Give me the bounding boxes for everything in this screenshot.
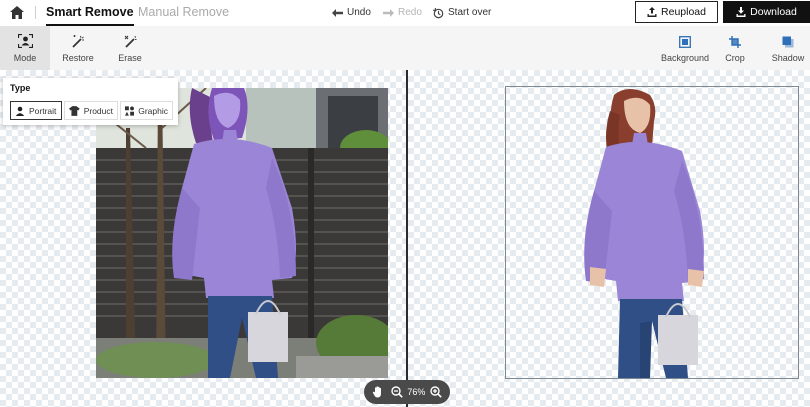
product-label: Product xyxy=(83,105,113,116)
start-over-label: Start over xyxy=(448,7,492,18)
mode-label: Mode xyxy=(13,53,37,63)
upload-icon xyxy=(647,7,657,17)
restore-tool[interactable]: Restore xyxy=(58,26,98,70)
shadow-icon xyxy=(782,36,794,48)
cutout-preview xyxy=(505,86,799,379)
zoom-in-icon xyxy=(430,386,442,398)
top-bar: Smart Remove Manual Remove Undo Redo Sta… xyxy=(0,0,810,26)
redo-label: Redo xyxy=(398,7,422,18)
portrait-label: Portrait xyxy=(29,105,57,116)
background-icon xyxy=(679,36,691,48)
zoom-control: 76% xyxy=(364,380,450,404)
pan-tool-button[interactable] xyxy=(370,384,386,400)
type-title: Type xyxy=(10,83,31,93)
redo-button[interactable]: Redo xyxy=(383,7,422,19)
person-frame-icon xyxy=(17,34,33,48)
undo-label: Undo xyxy=(347,7,371,18)
tool-bar: Mode Restore Erase Background Crop Shado… xyxy=(0,26,810,70)
history-icon xyxy=(433,7,444,18)
reupload-label: Reupload xyxy=(661,6,706,18)
type-option-graphic[interactable]: Graphic xyxy=(120,101,173,120)
home-button[interactable] xyxy=(8,4,26,20)
wand-restore-icon xyxy=(71,35,84,48)
home-icon xyxy=(10,5,24,19)
shadow-label: Shadow xyxy=(771,53,805,63)
original-photo xyxy=(96,88,388,378)
restore-label: Restore xyxy=(62,53,94,63)
header-divider xyxy=(35,6,36,19)
wand-erase-icon xyxy=(124,35,137,48)
zoom-out-button[interactable] xyxy=(389,384,405,400)
shadow-tool[interactable]: Shadow xyxy=(768,26,808,70)
erase-label: Erase xyxy=(118,53,142,63)
type-option-portrait[interactable]: Portrait xyxy=(10,101,62,120)
crop-tool[interactable]: Crop xyxy=(720,26,750,70)
type-panel: Type Portrait Product Graphic xyxy=(3,78,178,125)
graphic-icon xyxy=(125,105,135,116)
graphic-label: Graphic xyxy=(138,105,168,116)
background-tool[interactable]: Background xyxy=(660,26,710,70)
compare-divider[interactable] xyxy=(406,70,408,407)
download-icon xyxy=(736,7,746,17)
undo-button[interactable]: Undo xyxy=(332,7,371,19)
redo-icon xyxy=(383,8,394,17)
mode-tool[interactable]: Mode xyxy=(0,26,50,70)
crop-icon xyxy=(729,36,741,48)
type-option-product[interactable]: Product xyxy=(64,101,118,120)
download-button[interactable]: Download xyxy=(723,1,810,23)
start-over-button[interactable]: Start over xyxy=(433,7,491,19)
background-label: Background xyxy=(660,53,710,63)
erase-tool[interactable]: Erase xyxy=(112,26,148,70)
tab-manual-remove[interactable]: Manual Remove xyxy=(138,5,229,20)
download-label: Download xyxy=(750,6,797,18)
tab-smart-remove[interactable]: Smart Remove xyxy=(46,5,134,26)
reupload-button[interactable]: Reupload xyxy=(635,1,718,23)
undo-icon xyxy=(332,8,343,17)
zoom-level: 76% xyxy=(407,387,426,397)
editor-canvas[interactable]: Type Portrait Product Graphic 76% xyxy=(0,70,810,407)
portrait-icon xyxy=(15,106,25,116)
shirt-icon xyxy=(69,105,80,116)
crop-label: Crop xyxy=(725,53,745,63)
zoom-out-icon xyxy=(390,386,403,398)
zoom-in-button[interactable] xyxy=(428,384,444,400)
hand-icon xyxy=(372,386,381,398)
